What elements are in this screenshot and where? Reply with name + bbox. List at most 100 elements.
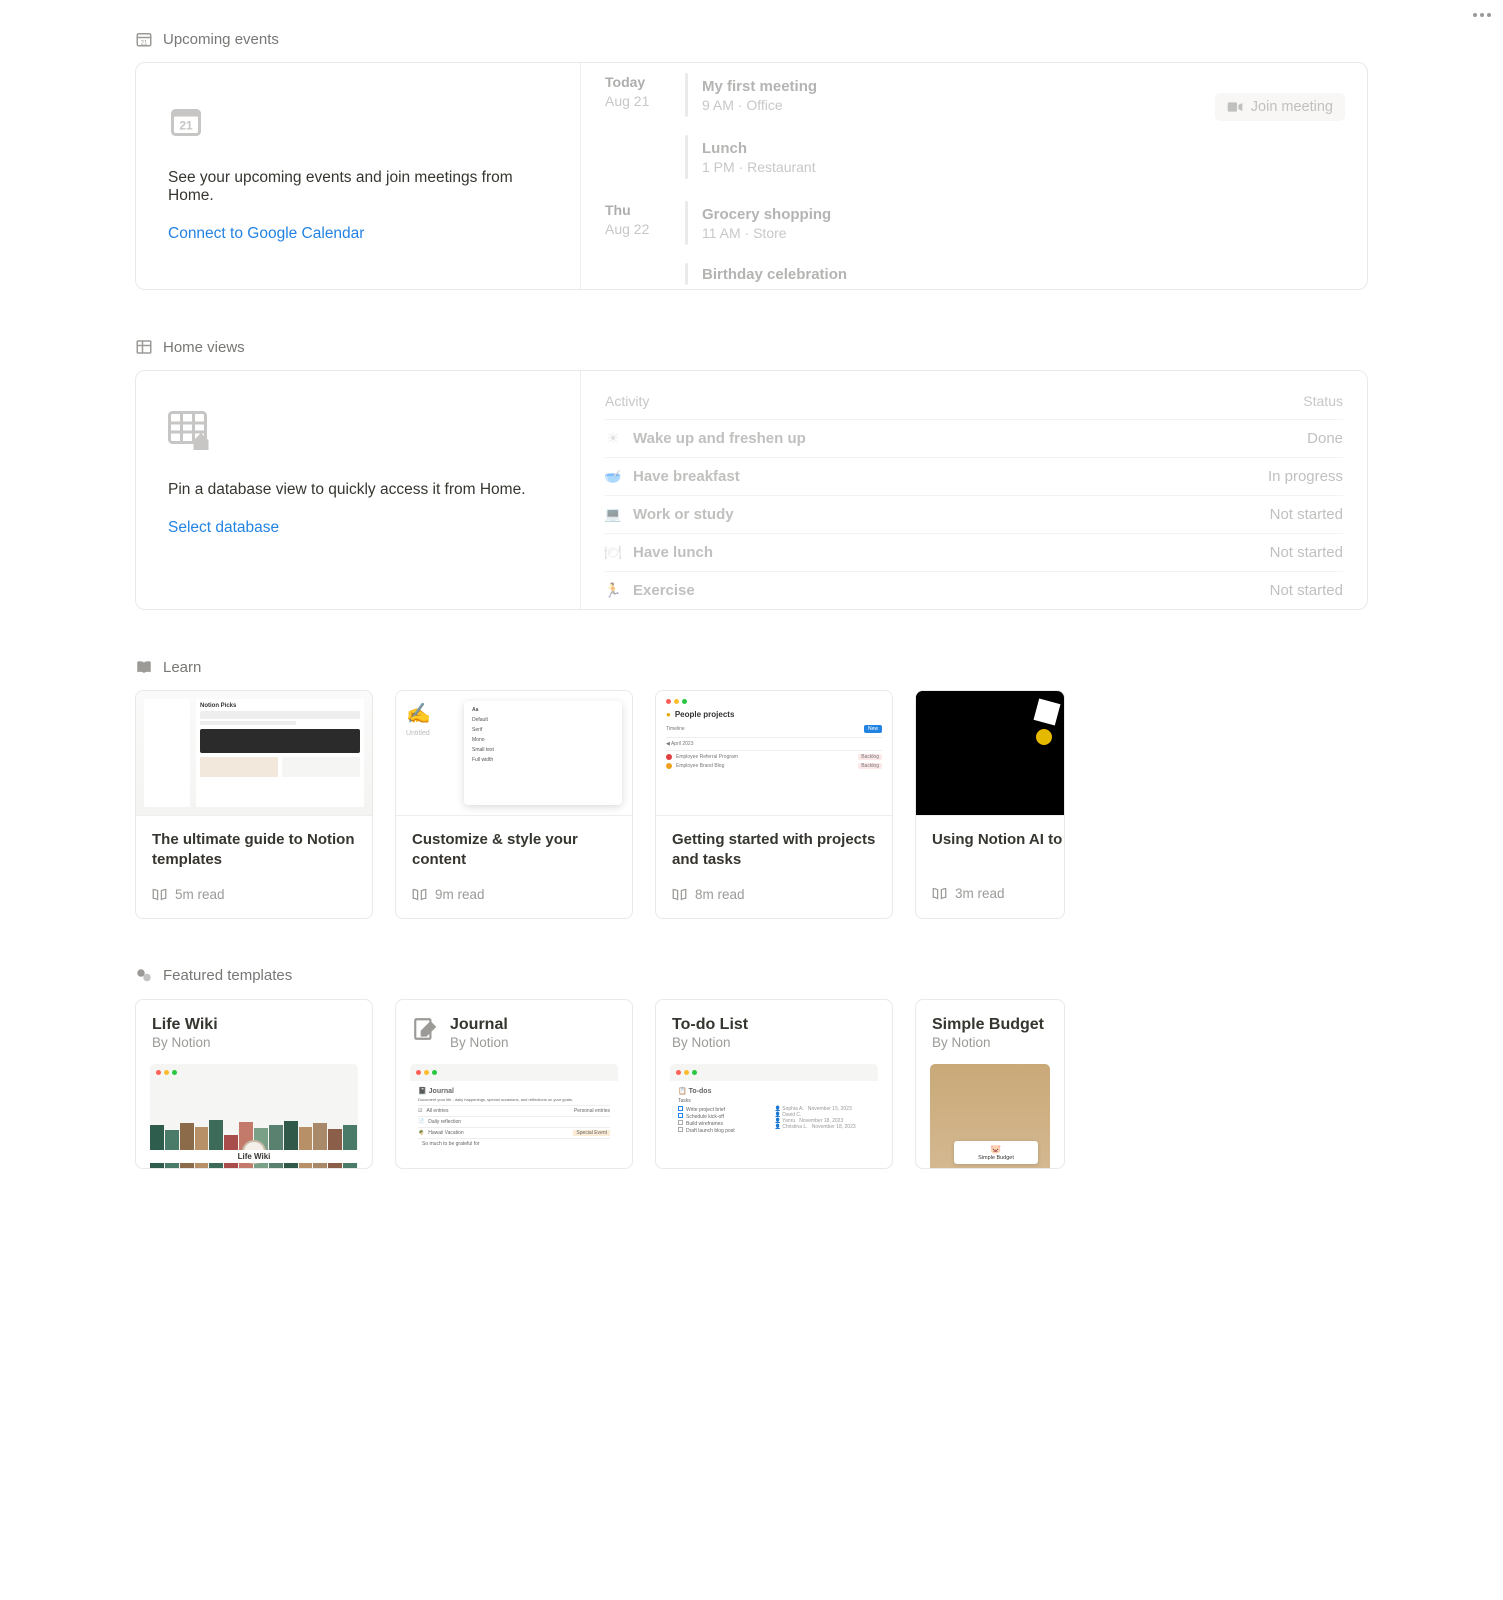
book-open-icon bbox=[932, 886, 947, 901]
learn-thumb: ✍️Untitled AaDefaultSerifMonoSmall textF… bbox=[396, 691, 632, 816]
template-title: Simple Budget bbox=[932, 1016, 1044, 1034]
upcoming-events-preview: Join meeting Today Aug 21 My first meeti… bbox=[580, 63, 1367, 289]
day-sub: Aug 21 bbox=[605, 93, 663, 109]
learn-thumb bbox=[916, 691, 1064, 816]
join-meeting-button[interactable]: Join meeting bbox=[1215, 93, 1345, 121]
event-title: My first meeting bbox=[702, 78, 817, 95]
template-cards-row: Life Wiki By Notion bbox=[135, 999, 1368, 1169]
row-status: Not started bbox=[1270, 544, 1343, 561]
upcoming-label: Upcoming events bbox=[163, 31, 279, 48]
learn-meta: 9m read bbox=[435, 887, 485, 902]
table-icon bbox=[135, 338, 153, 356]
homeviews-header: Home views bbox=[135, 338, 1368, 356]
learn-title: Customize & style your content bbox=[412, 830, 616, 871]
sun-icon: ☀ bbox=[605, 431, 621, 447]
template-by: By Notion bbox=[932, 1035, 1044, 1050]
learn-thumb: Notion Picks bbox=[136, 691, 372, 816]
row-status: Done bbox=[1307, 430, 1343, 447]
event-item: Lunch 1 PM · Restaurant bbox=[685, 135, 1343, 179]
template-card[interactable]: To-do List By Notion 📋 To-dos Tasks Writ… bbox=[655, 999, 893, 1169]
col-activity: Activity bbox=[605, 393, 649, 409]
table-row: 🥣Have breakfastIn progress bbox=[605, 457, 1343, 495]
table-row: ☀ Wake up and freshen up Done bbox=[605, 419, 1343, 457]
event-title: Birthday celebration bbox=[702, 266, 847, 283]
book-open-icon bbox=[672, 887, 687, 902]
templates-header: Featured templates bbox=[135, 967, 1368, 985]
row-title: Have lunch bbox=[633, 544, 713, 561]
run-icon: 🏃 bbox=[605, 583, 621, 599]
lunch-icon: 🍽 bbox=[605, 545, 621, 561]
learn-card[interactable]: Notion Picks The ultimate guide to Notio… bbox=[135, 690, 373, 919]
database-home-icon bbox=[168, 411, 216, 451]
event-meta: 1 PM · Restaurant bbox=[702, 159, 816, 175]
day-label: Thu bbox=[605, 201, 663, 221]
homeviews-promo: Pin a database view to quickly access it… bbox=[136, 371, 580, 609]
book-icon bbox=[135, 658, 153, 676]
upcoming-card: 21 See your upcoming events and join mee… bbox=[135, 62, 1368, 290]
calendar-large-icon: 21 bbox=[168, 103, 204, 139]
template-card[interactable]: Simple Budget By Notion 🐷Simple Budget bbox=[915, 999, 1065, 1169]
template-by: By Notion bbox=[450, 1035, 509, 1050]
learn-title: Getting started with projects and tasks bbox=[672, 830, 876, 871]
learn-cards-row: Notion Picks The ultimate guide to Notio… bbox=[135, 690, 1368, 919]
row-status: Not started bbox=[1270, 582, 1343, 599]
row-title: Exercise bbox=[633, 582, 695, 599]
event-meta: 11 AM · Store bbox=[702, 225, 831, 241]
table-row: 💻 Work or study Not started bbox=[605, 495, 1343, 533]
template-title: Life Wiki bbox=[152, 1016, 218, 1034]
book-open-icon bbox=[152, 887, 167, 902]
template-preview: 📓 Journal Document your life - daily hap… bbox=[410, 1064, 618, 1168]
upcoming-help-text: See your upcoming events and join meetin… bbox=[168, 169, 548, 205]
homeviews-card: Pin a database view to quickly access it… bbox=[135, 370, 1368, 610]
row-title: Wake up and freshen up bbox=[633, 430, 806, 447]
table-row: 🏃 Exercise Not started bbox=[605, 571, 1343, 609]
learn-meta: 5m read bbox=[175, 887, 225, 902]
laptop-icon: 💻 bbox=[605, 507, 621, 523]
event-item: Birthday celebration bbox=[685, 263, 1343, 285]
template-preview: Life Wiki bbox=[150, 1064, 358, 1168]
event-item: Grocery shopping 11 AM · Store bbox=[685, 201, 1343, 245]
row-status: Not started bbox=[1270, 506, 1343, 523]
learn-label: Learn bbox=[163, 659, 201, 676]
row-status: In progress bbox=[1268, 468, 1343, 485]
event-title: Lunch bbox=[702, 140, 816, 157]
join-meeting-label: Join meeting bbox=[1251, 99, 1333, 115]
calendar-icon: 21 bbox=[135, 30, 153, 48]
homeviews-label: Home views bbox=[163, 339, 245, 356]
learn-meta: 3m read bbox=[955, 886, 1005, 901]
row-title: Have breakfast bbox=[633, 468, 740, 485]
template-card[interactable]: Life Wiki By Notion bbox=[135, 999, 373, 1169]
learn-card[interactable]: ✍️Untitled AaDefaultSerifMonoSmall textF… bbox=[395, 690, 633, 919]
page-options-menu[interactable] bbox=[1473, 13, 1491, 17]
homeviews-help-text: Pin a database view to quickly access it… bbox=[168, 481, 548, 499]
learn-meta: 8m read bbox=[695, 887, 745, 902]
connect-google-calendar-link[interactable]: Connect to Google Calendar bbox=[168, 225, 364, 243]
day-label: Today bbox=[605, 73, 663, 93]
upcoming-header: 21 Upcoming events bbox=[135, 30, 1368, 48]
template-title: Journal bbox=[450, 1016, 509, 1034]
learn-title: Using Notion AI to maximize your impact bbox=[932, 830, 1048, 870]
templates-icon bbox=[135, 967, 153, 985]
learn-header: Learn bbox=[135, 658, 1368, 676]
template-preview: 🐷Simple Budget bbox=[930, 1064, 1050, 1168]
col-status: Status bbox=[1303, 393, 1343, 409]
sample-table: Activity Status ☀ Wake up and freshen up D… bbox=[580, 371, 1367, 609]
learn-card[interactable]: Using Notion AI to maximize your impact … bbox=[915, 690, 1065, 919]
pencil-note-icon bbox=[412, 1016, 438, 1042]
event-title: Grocery shopping bbox=[702, 206, 831, 223]
templates-label: Featured templates bbox=[163, 967, 292, 984]
svg-text:21: 21 bbox=[179, 118, 193, 132]
book-open-icon bbox=[412, 887, 427, 902]
learn-thumb: ●People projects TimelineNew ◀ April 202… bbox=[656, 691, 892, 816]
table-row: 🍽 Have lunch Not started bbox=[605, 533, 1343, 571]
learn-card[interactable]: ●People projects TimelineNew ◀ April 202… bbox=[655, 690, 893, 919]
template-card[interactable]: Journal By Notion 📓 Journal Document you… bbox=[395, 999, 633, 1169]
row-title: Work or study bbox=[633, 506, 734, 523]
template-preview: 📋 To-dos Tasks Write project brief Sched… bbox=[670, 1064, 878, 1168]
select-database-link[interactable]: Select database bbox=[168, 519, 279, 537]
video-icon bbox=[1227, 101, 1243, 113]
event-meta: 9 AM · Office bbox=[702, 97, 817, 113]
day-sub: Aug 22 bbox=[605, 221, 663, 237]
upcoming-promo: 21 See your upcoming events and join mee… bbox=[136, 63, 580, 289]
learn-title: The ultimate guide to Notion templates bbox=[152, 830, 356, 871]
